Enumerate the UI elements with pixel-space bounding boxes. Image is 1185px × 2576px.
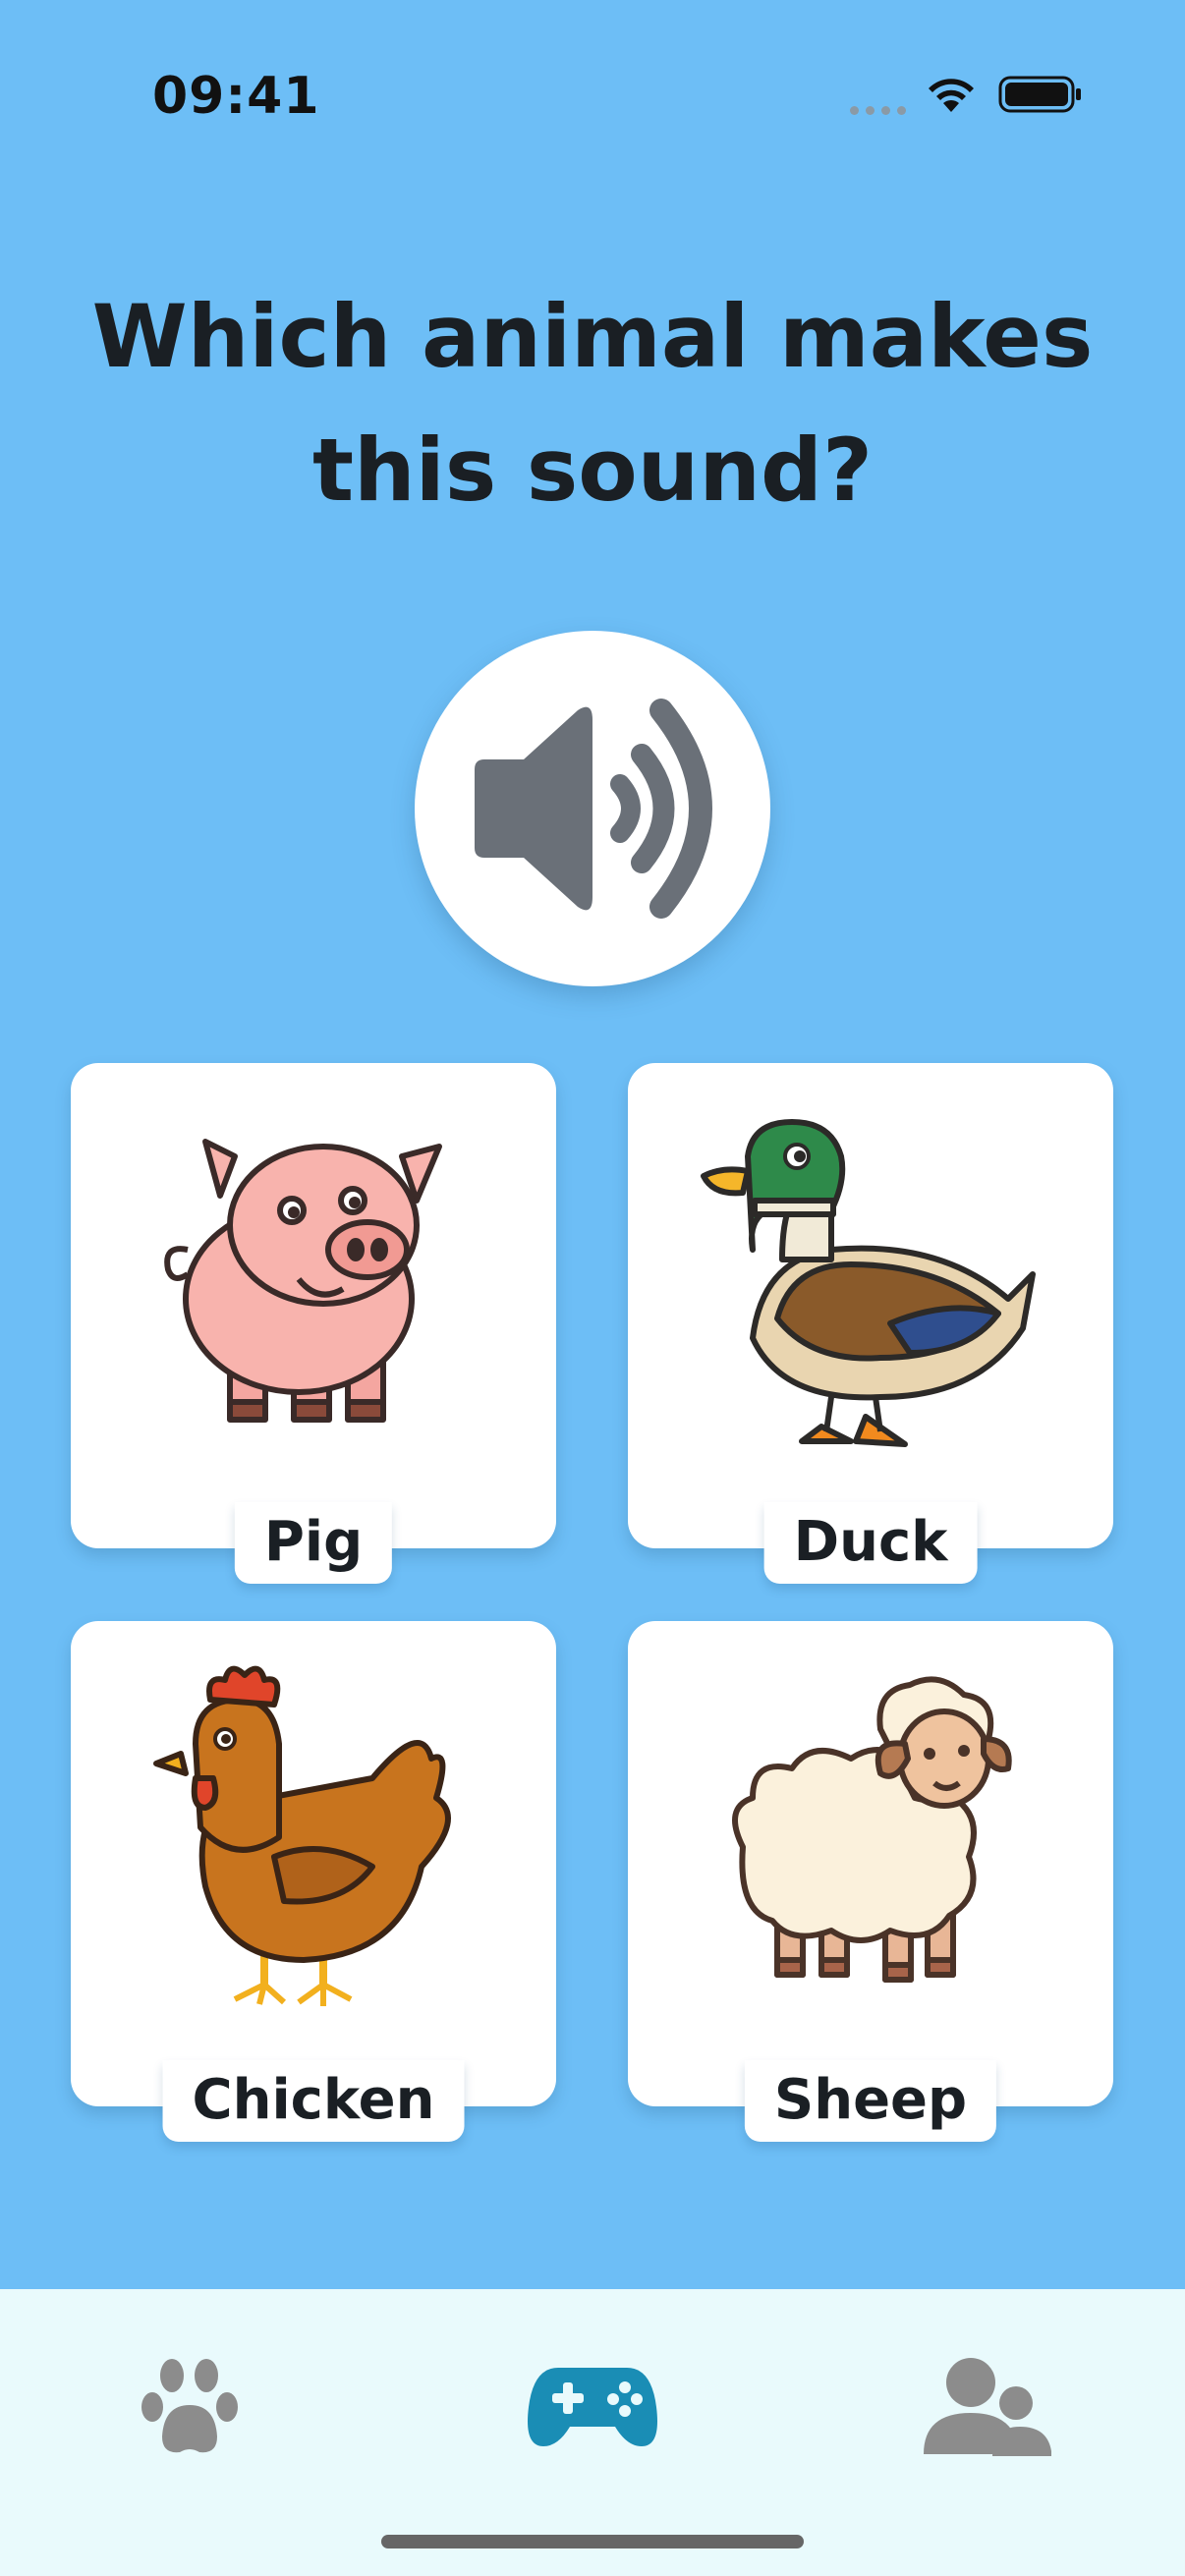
tab-bar	[0, 2289, 1185, 2576]
choice-label: Pig	[234, 1502, 393, 1584]
chicken-icon	[153, 1665, 451, 2006]
question-title: Which animal makes this sound?	[91, 286, 1094, 521]
tab-animals[interactable]	[110, 2338, 287, 2476]
play-sound-button[interactable]	[415, 631, 770, 986]
status-time: 09:41	[152, 67, 320, 126]
sheep-icon	[732, 1676, 1012, 1983]
tab-profile[interactable]	[899, 2338, 1076, 2476]
choice-label: Chicken	[162, 2060, 465, 2142]
paw-icon	[141, 2359, 238, 2453]
choice-card-pig[interactable]: Pig	[71, 1063, 556, 1584]
speaker-icon	[475, 699, 712, 919]
tab-games[interactable]	[504, 2338, 681, 2476]
pig-icon	[164, 1139, 442, 1423]
wifi-icon	[929, 79, 974, 112]
choice-label: Duck	[763, 1502, 978, 1584]
cellular-dots-icon	[850, 106, 906, 115]
choice-card-sheep[interactable]: Sheep	[628, 1621, 1113, 2142]
choice-label: Sheep	[744, 2060, 997, 2142]
battery-icon	[998, 76, 1081, 113]
status-bar: 09:41	[0, 0, 1185, 187]
home-indicator	[381, 2535, 804, 2548]
choice-card-chicken[interactable]: Chicken	[71, 1621, 556, 2142]
choice-card-duck[interactable]: Duck	[628, 1063, 1113, 1584]
gamepad-icon	[528, 2368, 657, 2446]
users-icon	[924, 2358, 1051, 2456]
duck-icon	[701, 1119, 1036, 1447]
